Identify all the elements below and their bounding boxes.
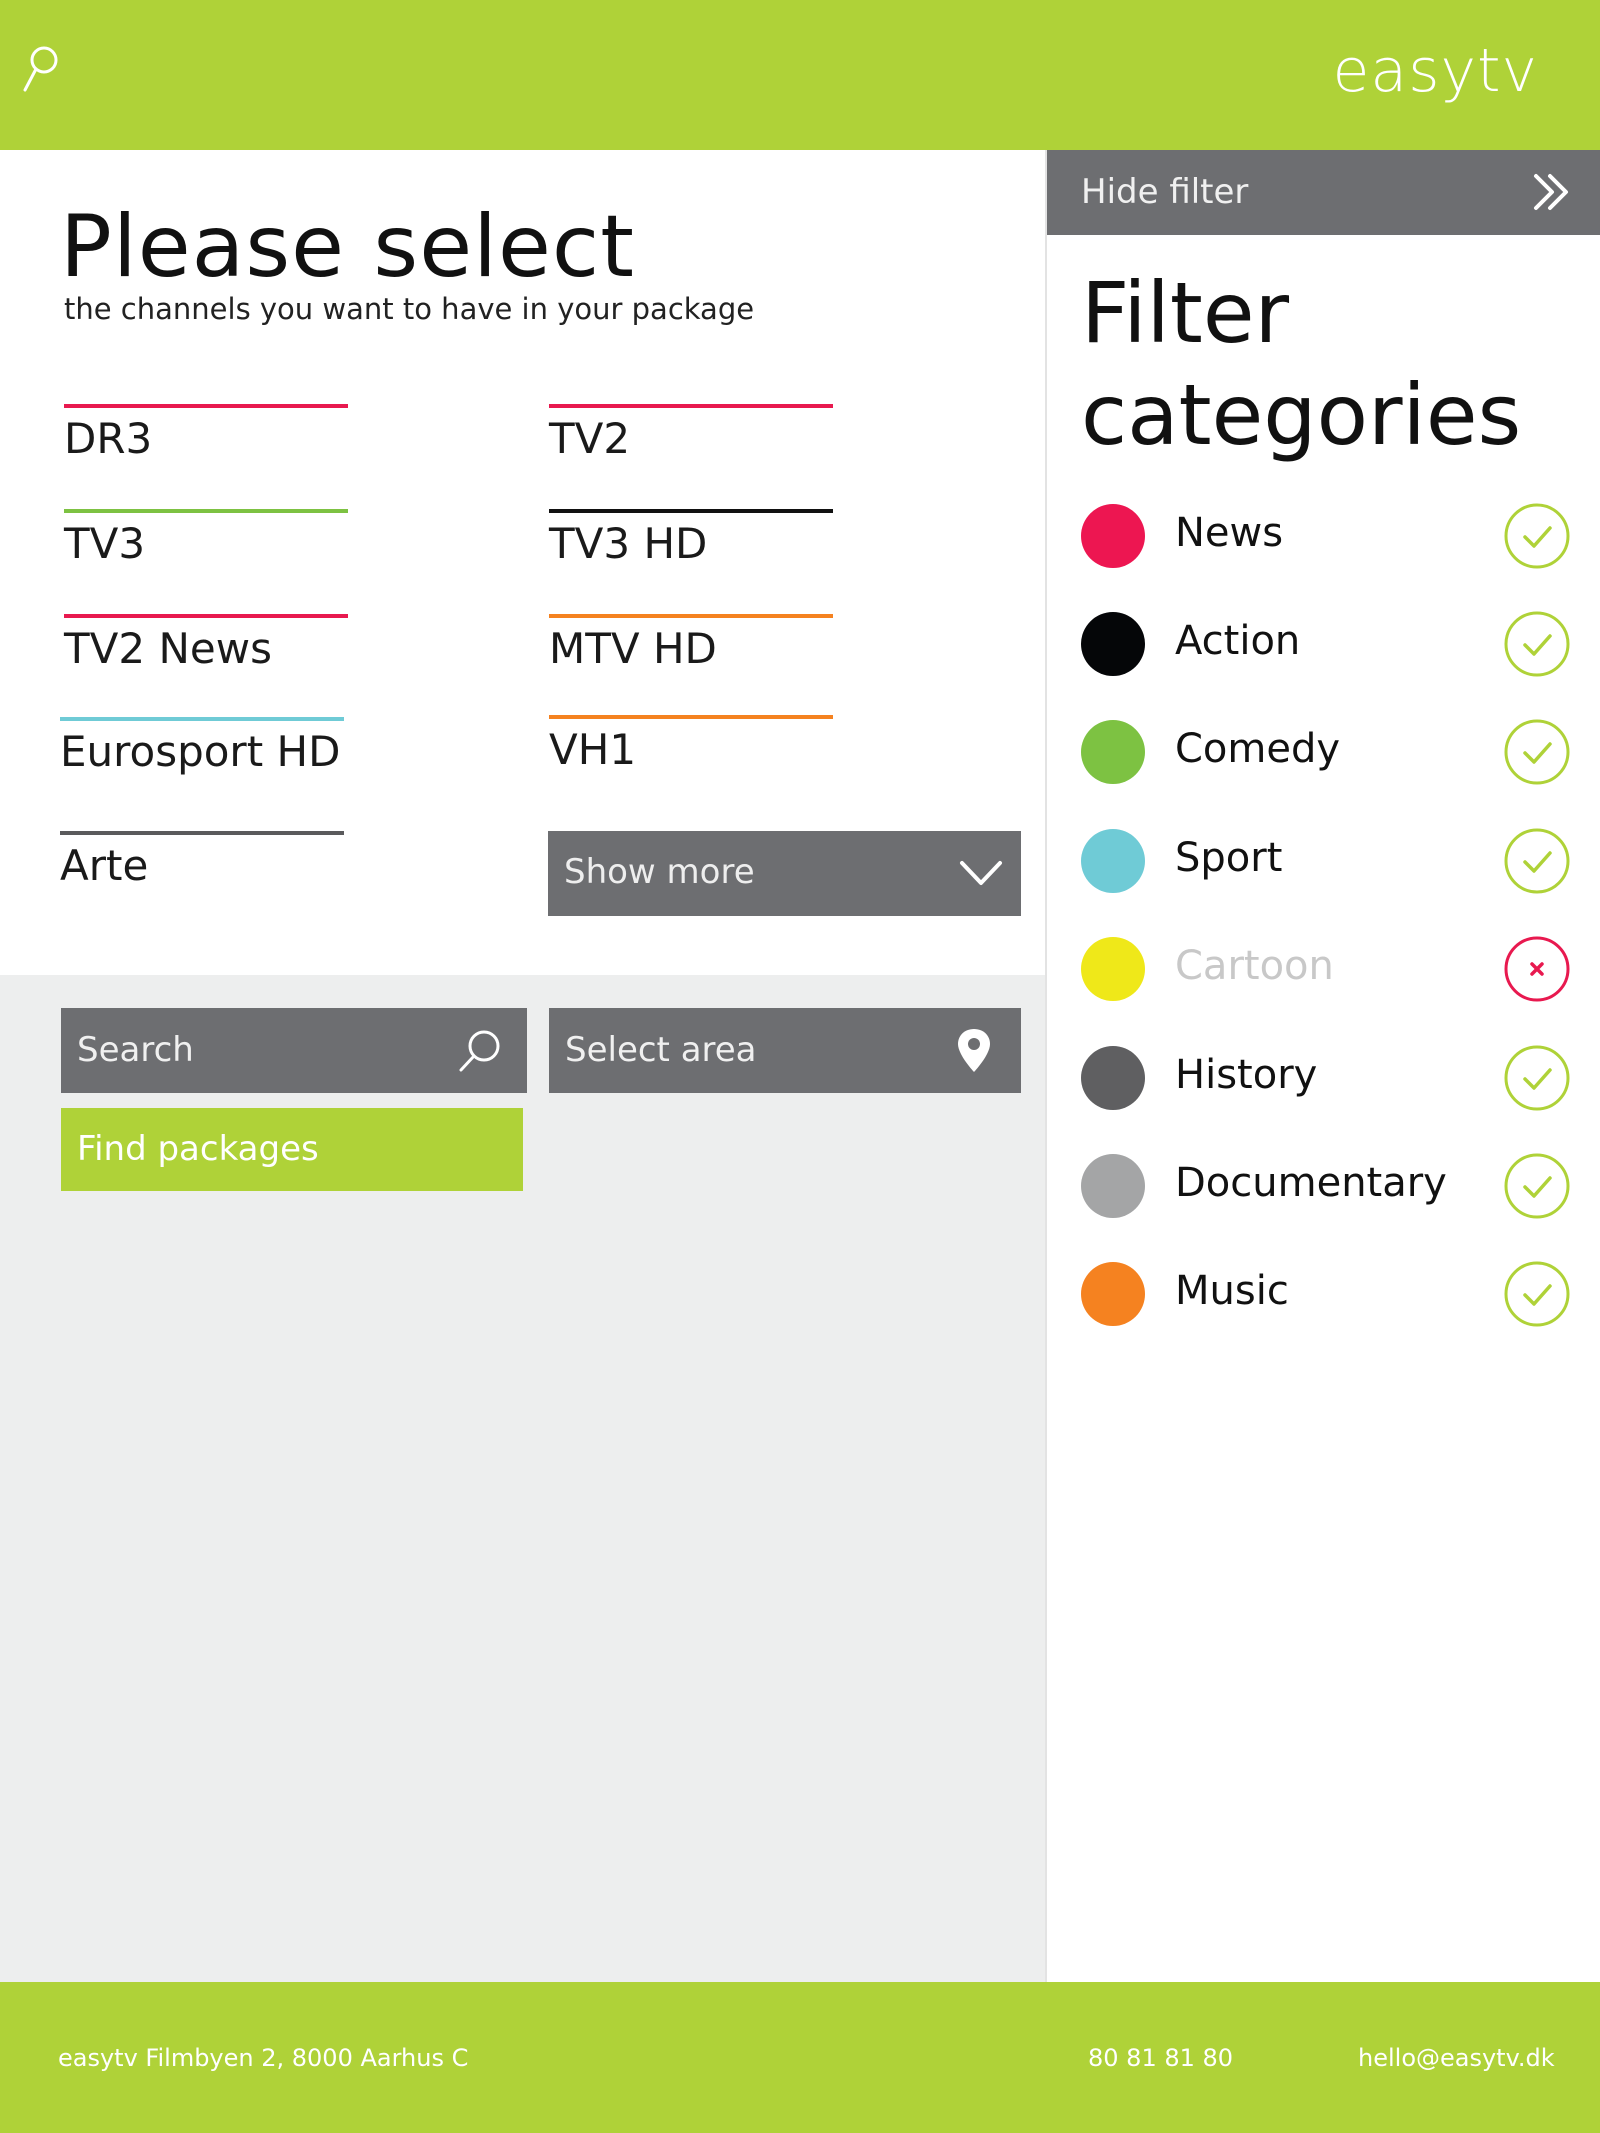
page-subtitle: the channels you want to have in your pa… <box>64 292 755 326</box>
channel-selection-panel: Please select the channels you want to h… <box>0 150 1045 975</box>
channel-item[interactable]: VH1 <box>549 715 833 774</box>
search-placeholder: Search <box>77 1030 194 1070</box>
hide-filter-button[interactable]: Hide filter <box>1047 150 1600 235</box>
check-icon[interactable] <box>1503 610 1571 678</box>
category-item-sport[interactable]: Sport <box>1081 826 1571 896</box>
check-icon[interactable] <box>1503 827 1571 895</box>
check-icon[interactable] <box>1503 1044 1571 1112</box>
check-icon[interactable] <box>1503 1260 1571 1328</box>
filter-sidebar: Hide filter Filter categories News Actio… <box>1045 150 1600 1982</box>
channel-color-line <box>64 509 348 513</box>
category-label: News <box>1175 510 1284 556</box>
category-item-comedy[interactable]: Comedy <box>1081 717 1571 787</box>
show-more-button[interactable]: Show more <box>548 831 1021 916</box>
channel-color-line <box>549 509 833 513</box>
app-logo[interactable]: easytv <box>1333 36 1538 106</box>
category-color-dot <box>1081 937 1145 1001</box>
category-label: Sport <box>1175 835 1283 881</box>
channel-color-line <box>60 717 344 721</box>
channel-item[interactable]: MTV HD <box>549 614 833 673</box>
search-icon[interactable] <box>20 44 60 96</box>
category-item-news[interactable]: News <box>1081 501 1571 571</box>
channel-item[interactable]: TV2 News <box>64 614 348 673</box>
category-color-dot <box>1081 829 1145 893</box>
page-title: Please select <box>60 197 635 297</box>
channel-item[interactable]: TV3 HD <box>549 509 833 568</box>
channel-color-line <box>64 404 348 408</box>
select-area-dropdown[interactable]: Select area <box>549 1008 1021 1093</box>
chevron-down-icon <box>960 861 1002 885</box>
channel-label: VH1 <box>549 725 637 774</box>
footer-email[interactable]: hello@easytv.dk <box>1358 2044 1555 2072</box>
search-icon <box>459 1030 500 1072</box>
channel-color-line <box>60 831 344 835</box>
search-panel: Search Select area Find packages <box>0 975 1045 1982</box>
channel-label: TV3 HD <box>549 519 708 568</box>
footer-phone[interactable]: 80 81 81 80 <box>1088 2044 1233 2072</box>
category-label: History <box>1175 1052 1318 1098</box>
channel-color-line <box>549 614 833 618</box>
category-item-history[interactable]: History <box>1081 1043 1571 1113</box>
channel-color-line <box>549 715 833 719</box>
category-color-dot <box>1081 720 1145 784</box>
channel-item[interactable]: Eurosport HD <box>60 717 344 776</box>
channel-label: DR3 <box>64 414 153 463</box>
channel-label: TV3 <box>64 519 146 568</box>
channel-item[interactable]: Arte <box>60 831 344 890</box>
top-bar: easytv <box>0 0 1600 150</box>
category-item-music[interactable]: Music <box>1081 1259 1571 1329</box>
filter-title-line2: categories <box>1081 366 1522 464</box>
channel-item[interactable]: DR3 <box>64 404 348 463</box>
category-item-action[interactable]: Action <box>1081 609 1571 679</box>
category-label: Action <box>1175 618 1301 664</box>
close-icon[interactable] <box>1503 935 1571 1003</box>
category-item-documentary[interactable]: Documentary <box>1081 1151 1571 1221</box>
location-pin-icon <box>958 1029 990 1072</box>
category-color-dot <box>1081 1046 1145 1110</box>
show-more-label: Show more <box>564 852 755 892</box>
channel-item[interactable]: TV3 <box>64 509 348 568</box>
footer: easytv Filmbyen 2, 8000 Aarhus C 80 81 8… <box>0 1982 1600 2133</box>
filter-title-line1: Filter <box>1081 264 1290 362</box>
check-icon[interactable] <box>1503 502 1571 570</box>
category-color-dot <box>1081 1262 1145 1326</box>
category-color-dot <box>1081 612 1145 676</box>
select-area-placeholder: Select area <box>565 1030 757 1070</box>
channel-label: TV2 News <box>64 624 272 673</box>
channel-color-line <box>549 404 833 408</box>
channel-label: MTV HD <box>549 624 717 673</box>
category-label: Documentary <box>1175 1160 1447 1206</box>
category-color-dot <box>1081 1154 1145 1218</box>
category-color-dot <box>1081 504 1145 568</box>
category-label: Cartoon <box>1175 943 1334 989</box>
find-packages-button[interactable]: Find packages <box>61 1108 523 1191</box>
category-item-cartoon[interactable]: Cartoon <box>1081 934 1571 1004</box>
channel-label: TV2 <box>549 414 631 463</box>
hide-filter-label: Hide filter <box>1081 172 1249 212</box>
channel-label: Eurosport HD <box>60 727 341 776</box>
double-chevron-right-icon <box>1534 174 1568 210</box>
check-icon[interactable] <box>1503 718 1571 786</box>
channel-item[interactable]: TV2 <box>549 404 833 463</box>
channel-label: Arte <box>60 841 149 890</box>
check-icon[interactable] <box>1503 1152 1571 1220</box>
category-label: Music <box>1175 1268 1289 1314</box>
category-label: Comedy <box>1175 726 1341 772</box>
footer-address: easytv Filmbyen 2, 8000 Aarhus C <box>58 2044 469 2072</box>
find-packages-label: Find packages <box>77 1129 319 1169</box>
channel-color-line <box>64 614 348 618</box>
search-input[interactable]: Search <box>61 1008 527 1093</box>
filter-title: Filter categories <box>1081 262 1521 466</box>
